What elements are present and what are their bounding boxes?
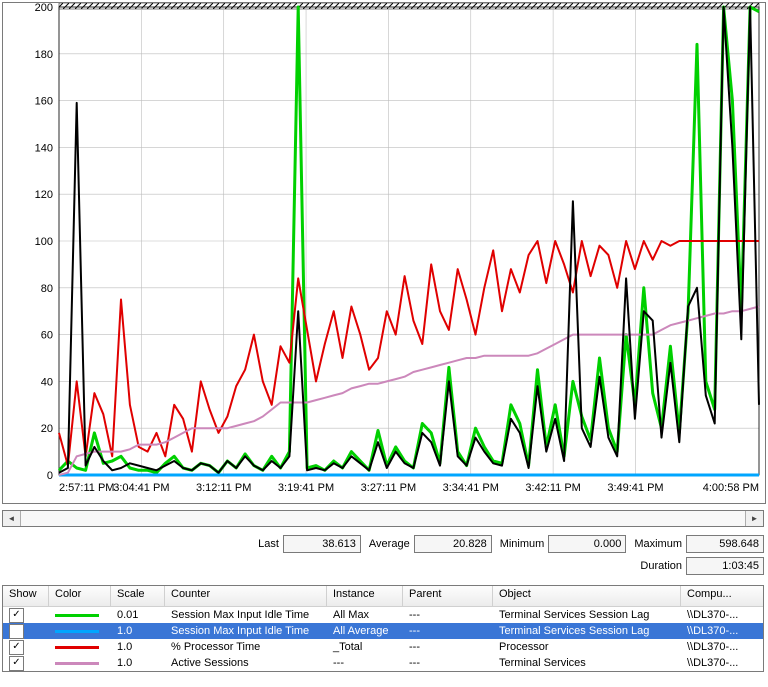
cell-object: Terminal Services Session Lag — [493, 609, 681, 621]
average-label: Average — [369, 538, 410, 550]
show-checkbox[interactable]: ✓ — [9, 608, 24, 623]
svg-text:180: 180 — [35, 49, 53, 61]
svg-text:3:12:11 PM: 3:12:11 PM — [196, 482, 251, 494]
legend-row[interactable]: ✓ 1.0% Processor Time_Total---Processor\\… — [3, 639, 763, 655]
svg-text:160: 160 — [35, 96, 53, 108]
scroll-right-button[interactable]: ► — [745, 511, 763, 526]
color-swatch — [55, 646, 99, 649]
minimum-value: 0.000 — [548, 535, 626, 553]
stats-row: Last 38.613 Average 20.828 Minimum 0.000… — [2, 535, 764, 553]
svg-text:3:34:41 PM: 3:34:41 PM — [443, 482, 499, 494]
svg-text:20: 20 — [41, 423, 53, 435]
color-swatch — [55, 630, 99, 633]
header-counter[interactable]: Counter — [165, 586, 327, 606]
duration-label: Duration — [640, 560, 682, 572]
cell-show: ✓ — [3, 640, 49, 655]
legend-header[interactable]: Show Color Scale Counter Instance Parent… — [3, 586, 763, 607]
cell-instance: All Average — [327, 625, 403, 637]
show-checkbox[interactable]: ✓ — [9, 624, 24, 639]
cell-computer: \\DL370-... — [681, 625, 763, 637]
minimum-label: Minimum — [500, 538, 545, 550]
cell-object: Terminal Services — [493, 657, 681, 669]
cell-instance: All Max — [327, 609, 403, 621]
cell-parent: --- — [403, 609, 493, 621]
legend-body: ✓0.01Session Max Input Idle TimeAll Max-… — [3, 607, 763, 671]
svg-text:0: 0 — [47, 470, 53, 482]
svg-text:3:04:41 PM: 3:04:41 PM — [113, 482, 169, 494]
time-scrollbar[interactable]: ◄ ► — [2, 510, 764, 527]
svg-text:80: 80 — [41, 283, 53, 295]
cell-scale: 1.0 — [111, 625, 165, 637]
cell-counter: Active Sessions — [165, 657, 327, 669]
legend-row[interactable]: ✓ 0.01Session Max Input Idle TimeAll Max-… — [3, 607, 763, 623]
cell-counter: Session Max Input Idle Time — [165, 625, 327, 637]
svg-text:3:27:11 PM: 3:27:11 PM — [361, 482, 416, 494]
average-value: 20.828 — [414, 535, 492, 553]
cell-show: ✓ — [3, 608, 49, 623]
cell-object: Terminal Services Session Lag — [493, 625, 681, 637]
cell-counter: % Processor Time — [165, 641, 327, 653]
svg-text:2:57:11 PM: 2:57:11 PM — [59, 482, 114, 494]
svg-text:3:49:41 PM: 3:49:41 PM — [607, 482, 663, 494]
svg-text:60: 60 — [41, 330, 53, 342]
header-show[interactable]: Show — [3, 586, 49, 606]
header-scale[interactable]: Scale — [111, 586, 165, 606]
maximum-label: Maximum — [634, 538, 682, 550]
show-checkbox[interactable]: ✓ — [9, 656, 24, 671]
cell-parent: --- — [403, 641, 493, 653]
duration-value: 1:03:45 — [686, 557, 764, 575]
svg-text:200: 200 — [35, 3, 53, 14]
cell-color — [49, 630, 111, 633]
svg-text:100: 100 — [35, 236, 53, 248]
cell-color — [49, 614, 111, 617]
cell-counter: Session Max Input Idle Time — [165, 609, 327, 621]
cell-instance: _Total — [327, 641, 403, 653]
header-object[interactable]: Object — [493, 586, 681, 606]
header-instance[interactable]: Instance — [327, 586, 403, 606]
svg-text:3:42:11 PM: 3:42:11 PM — [525, 482, 580, 494]
cell-computer: \\DL370-... — [681, 609, 763, 621]
cell-computer: \\DL370-... — [681, 641, 763, 653]
legend-row[interactable]: ✓ 1.0Session Max Input Idle TimeAll Avera… — [3, 623, 763, 639]
cell-scale: 0.01 — [111, 609, 165, 621]
header-parent[interactable]: Parent — [403, 586, 493, 606]
header-computer[interactable]: Compu... — [681, 586, 763, 606]
cell-show: ✓ — [3, 656, 49, 671]
cell-color — [49, 646, 111, 649]
cell-scale: 1.0 — [111, 641, 165, 653]
cell-show: ✓ — [3, 624, 49, 639]
cell-computer: \\DL370-... — [681, 657, 763, 669]
performance-chart: 0 20 40 60 80 100 120 140 160 180 200 2:57:11 PM3:0… — [3, 3, 763, 501]
chart-area: 0 20 40 60 80 100 120 140 160 180 200 2:57:11 PM3:0… — [2, 2, 766, 504]
svg-text:4:00:58 PM: 4:00:58 PM — [703, 482, 759, 494]
cell-parent: --- — [403, 657, 493, 669]
show-checkbox[interactable]: ✓ — [9, 640, 24, 655]
cell-parent: --- — [403, 625, 493, 637]
header-color[interactable]: Color — [49, 586, 111, 606]
scroll-left-button[interactable]: ◄ — [3, 511, 21, 526]
cell-object: Processor — [493, 641, 681, 653]
scroll-track[interactable] — [21, 511, 745, 526]
last-label: Last — [258, 538, 279, 550]
svg-text:140: 140 — [35, 142, 53, 154]
svg-text:120: 120 — [35, 189, 53, 201]
color-swatch — [55, 662, 99, 665]
cell-color — [49, 662, 111, 665]
svg-text:3:19:41 PM: 3:19:41 PM — [278, 482, 334, 494]
cell-scale: 1.0 — [111, 657, 165, 669]
counter-legend: Show Color Scale Counter Instance Parent… — [2, 585, 764, 672]
maximum-value: 598.648 — [686, 535, 764, 553]
cell-instance: --- — [327, 657, 403, 669]
last-value: 38.613 — [283, 535, 361, 553]
svg-text:40: 40 — [41, 376, 53, 388]
color-swatch — [55, 614, 99, 617]
legend-row[interactable]: ✓1.0Active Sessions------Terminal Servic… — [3, 655, 763, 671]
